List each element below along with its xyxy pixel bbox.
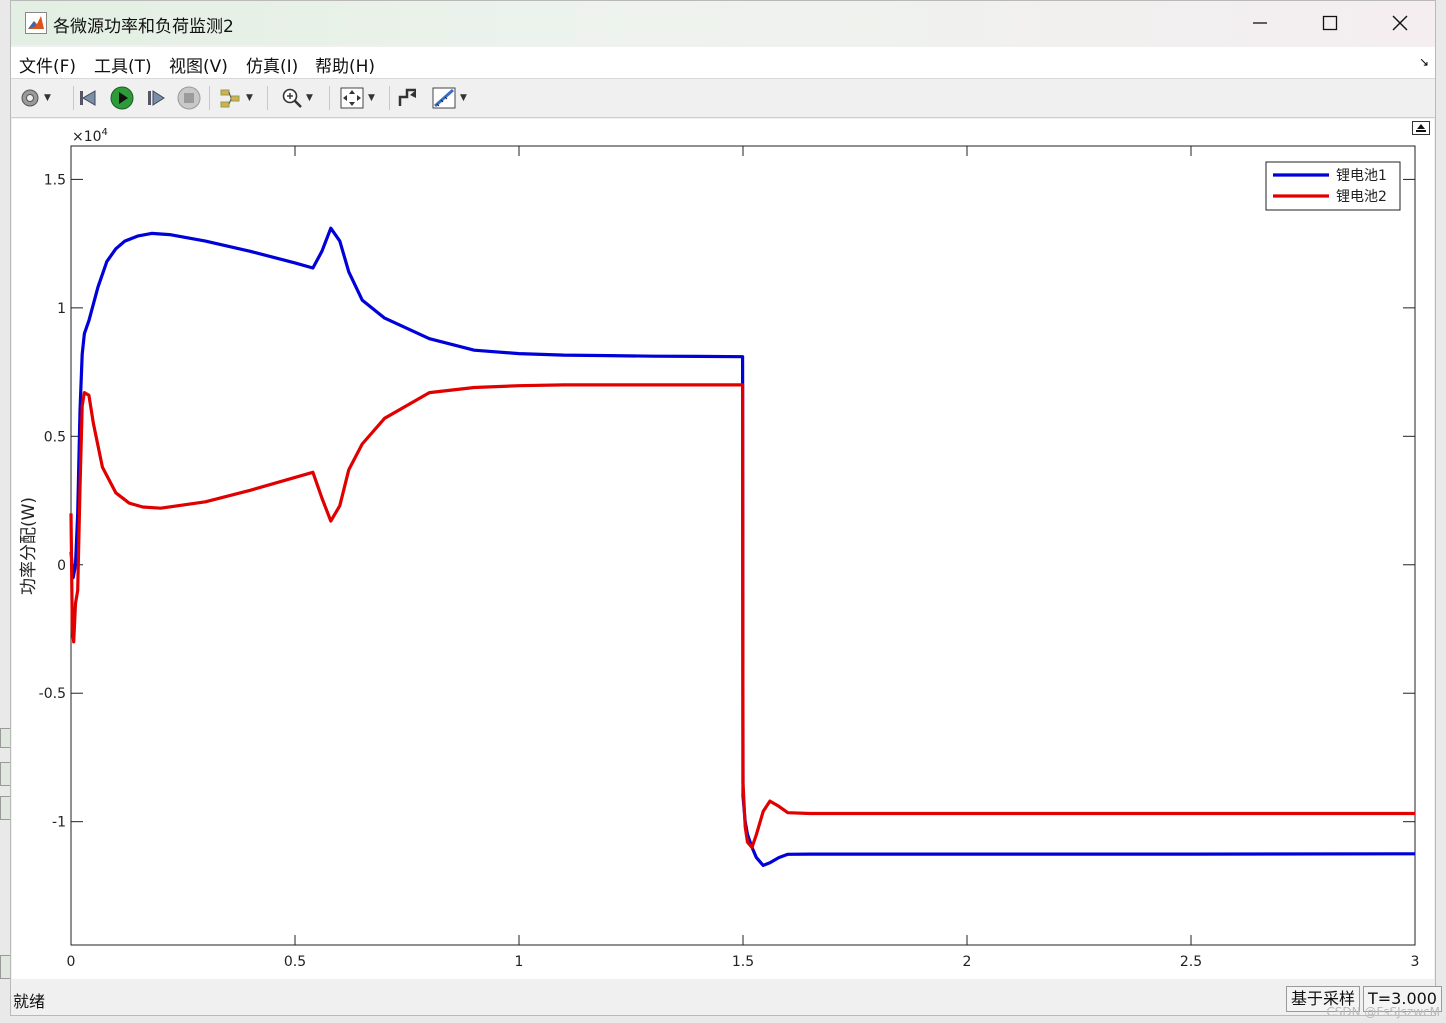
dock-arrow-icon[interactable]: ↘ xyxy=(1419,55,1429,69)
y-tick-label: 0 xyxy=(57,558,66,574)
run-icon xyxy=(110,86,134,110)
step-back-icon xyxy=(80,90,96,106)
style-button[interactable] xyxy=(397,85,419,111)
measure-icon xyxy=(432,87,456,109)
maximize-button[interactable] xyxy=(1307,7,1353,39)
toolbar-separator xyxy=(329,86,330,110)
close-icon xyxy=(1392,15,1408,31)
zoom-button[interactable]: ▼ xyxy=(281,85,313,111)
menu-tools[interactable]: 工具(T) xyxy=(94,52,152,77)
x-tick-label: 2 xyxy=(963,954,972,970)
settings-button[interactable]: ▼ xyxy=(19,85,51,111)
menu-simulation[interactable]: 仿真(I) xyxy=(246,52,298,77)
legend-label: 锂电池2 xyxy=(1336,189,1387,205)
step-back-button[interactable] xyxy=(77,85,99,111)
y-tick-label: -1 xyxy=(52,815,66,831)
y-tick-label: 1 xyxy=(57,301,66,317)
maximize-icon xyxy=(1322,15,1338,31)
step-forward-button[interactable] xyxy=(145,85,167,111)
y-tick-label: 0.5 xyxy=(44,429,66,445)
run-button[interactable] xyxy=(110,85,134,111)
x-tick-label: 1 xyxy=(515,954,524,970)
toolbar: ▼ ▼ ▼ ▼ ▼ xyxy=(11,79,1435,118)
settings-icon xyxy=(21,89,39,107)
fit-view-icon xyxy=(340,87,364,109)
x-tick-label: 1.5 xyxy=(732,954,754,970)
toolbar-separator xyxy=(389,86,390,110)
minimize-icon xyxy=(1253,22,1267,24)
x-tick-label: 2.5 xyxy=(1180,954,1202,970)
y-axis-label: 功率分配(W) xyxy=(19,497,39,595)
toolbar-separator xyxy=(209,86,210,110)
x-tick-label: 0 xyxy=(67,954,76,970)
status-bar: 就绪 基于采样 T=3.000 xyxy=(11,981,1442,1015)
status-ready: 就绪 xyxy=(13,992,46,1011)
zoom-icon xyxy=(282,88,302,108)
signal-select-icon xyxy=(220,89,240,108)
chevron-down-icon[interactable]: ▼ xyxy=(368,93,375,103)
legend-label: 锂电池1 xyxy=(1336,168,1387,184)
stop-icon xyxy=(177,86,201,110)
measure-button[interactable]: ▼ xyxy=(431,85,467,111)
undock-icon[interactable] xyxy=(1412,121,1430,135)
chevron-down-icon[interactable]: ▼ xyxy=(306,93,313,103)
toolbar-separator xyxy=(267,86,268,110)
fit-view-button[interactable]: ▼ xyxy=(339,85,375,111)
minimize-button[interactable] xyxy=(1237,7,1283,39)
menu-help[interactable]: 帮助(H) xyxy=(315,52,375,77)
toolbar-separator xyxy=(73,86,74,110)
y-tick-label: -0.5 xyxy=(39,686,66,702)
plot-area: 0 0.5 1 1.5 2 2.5 3 1.5 1 0.5 0 -0.5 -1 ×104 功率分配(W)… xyxy=(12,119,1434,979)
matlab-logo-icon xyxy=(25,12,47,34)
step-forward-icon xyxy=(148,90,165,106)
y-exponent-label: ×104 xyxy=(72,127,108,145)
watermark: CSDN @FsSJszwcM xyxy=(1326,1005,1440,1019)
stop-button[interactable] xyxy=(177,85,201,111)
close-button[interactable] xyxy=(1377,7,1423,39)
scope-window: 各微源功率和负荷监测2 文件(F) 工具(T) 视图(V) 仿真(I) 帮助(H… xyxy=(10,0,1442,1016)
x-tick-label: 3 xyxy=(1411,954,1420,970)
style-icon xyxy=(398,88,416,106)
chevron-down-icon[interactable]: ▼ xyxy=(460,93,467,103)
y-tick-label: 1.5 xyxy=(44,172,66,188)
signal-select-button[interactable]: ▼ xyxy=(219,85,253,111)
chevron-down-icon[interactable]: ▼ xyxy=(44,93,51,103)
legend[interactable]: 锂电池1 锂电池2 xyxy=(1265,161,1401,211)
chevron-down-icon[interactable]: ▼ xyxy=(246,93,253,103)
menu-bar: 文件(F) 工具(T) 视图(V) 仿真(I) 帮助(H) ↘ xyxy=(11,47,1435,79)
line-chart[interactable]: 0 0.5 1 1.5 2 2.5 3 1.5 1 0.5 0 -0.5 -1 ×104 功率分配(W)… xyxy=(12,119,1434,979)
window-title: 各微源功率和负荷监测2 xyxy=(53,17,234,37)
title-bar: 各微源功率和负荷监测2 xyxy=(11,1,1435,45)
menu-view[interactable]: 视图(V) xyxy=(169,52,228,77)
x-tick-label: 0.5 xyxy=(284,954,306,970)
menu-file[interactable]: 文件(F) xyxy=(19,52,76,77)
